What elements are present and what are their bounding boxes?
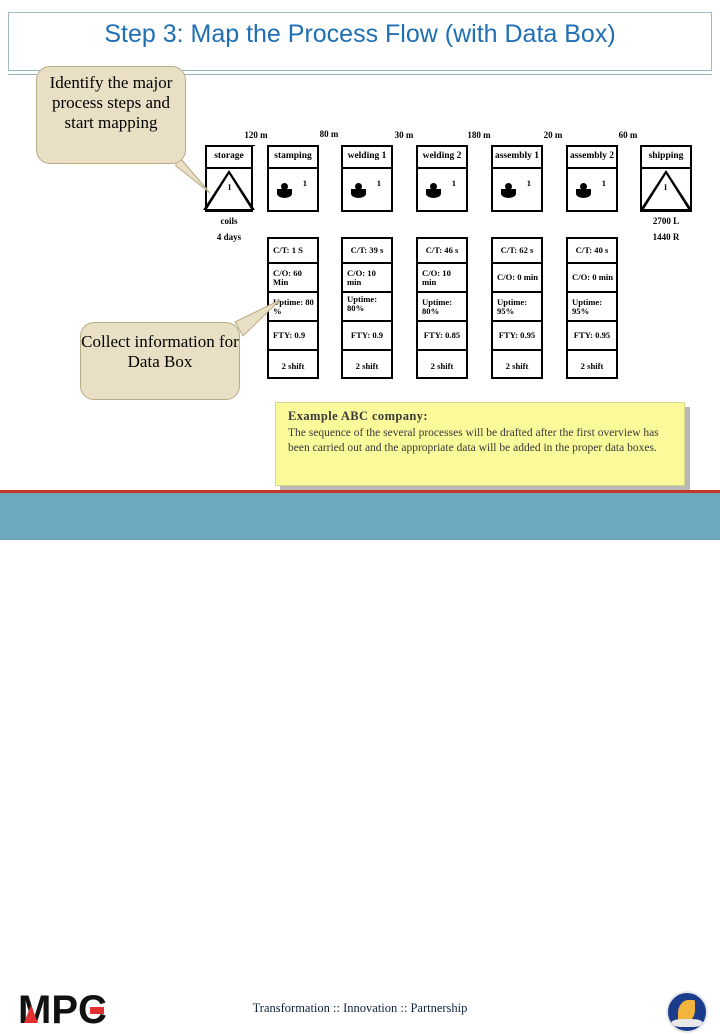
- data-row-shift: 2 shift: [430, 360, 454, 371]
- data-row-co: C/O: 10 min: [418, 264, 466, 293]
- flow-step-welding-1-label: welding 1: [343, 147, 391, 169]
- flow-step-welding-2-label: welding 2: [418, 147, 466, 169]
- page-title: Step 3: Map the Process Flow (with Data …: [104, 20, 616, 48]
- inventory-count-shipping: I: [664, 183, 668, 192]
- data-row-ct: C/T: 1 S: [269, 239, 317, 264]
- data-row-co: C/O: 60 Min: [269, 264, 317, 293]
- operator-count-welding-1: 1: [376, 178, 381, 188]
- operator-icon: [351, 183, 366, 198]
- operator-count-stamping: 1: [302, 178, 307, 188]
- data-row-co: C/O: 10 min: [343, 264, 391, 293]
- flow-step-stamping-body: 1: [269, 169, 317, 210]
- data-row-co: C/O: 0 min: [493, 264, 541, 293]
- flow-step-shipping[interactable]: shipping I: [640, 145, 692, 212]
- flow-step-assembly-2-label: assembly 2: [568, 147, 616, 169]
- data-row-fty: FTY: 0.9: [343, 322, 391, 351]
- data-row-ct: C/T: 39 s: [343, 239, 391, 264]
- inventory-label-storage: coils: [220, 216, 238, 226]
- data-row-shift: 2 shift: [355, 360, 379, 371]
- flow-step-assembly-1[interactable]: assembly 1 1: [491, 145, 543, 212]
- flow-step-stamping-label: stamping: [269, 147, 317, 169]
- operator-count-assembly-2: 1: [601, 178, 606, 188]
- flow-step-storage[interactable]: storage I: [203, 145, 255, 212]
- data-row-ct: C/T: 46 s: [418, 239, 466, 264]
- operator-icon: [277, 183, 292, 198]
- footer-tagline: Transformation :: Innovation :: Partners…: [252, 1001, 468, 1015]
- operator-icon: [426, 183, 441, 198]
- data-row-shift: 2 shift: [580, 360, 604, 371]
- data-row-uptime: Uptime: 80%: [418, 293, 466, 322]
- operator-icon: [576, 183, 591, 198]
- data-row-uptime: Uptime: 95%: [568, 293, 616, 322]
- data-row-co: C/O: 0 min: [568, 264, 616, 293]
- company-seal-icon: [666, 991, 708, 1033]
- footer-bar: MPC Transformation :: Innovation :: Part…: [0, 493, 720, 1033]
- inventory-time-shipping: 1440 R: [652, 232, 680, 242]
- inventory-time-storage: 4 days: [216, 232, 242, 242]
- distance-label-2: 80 m: [319, 129, 339, 139]
- distance-label-1: 120 m: [244, 130, 268, 140]
- operator-count-assembly-1: 1: [526, 178, 531, 188]
- example-box: Example ABC company: The sequence of the…: [275, 402, 685, 486]
- data-row-fty: FTY: 0.85: [418, 322, 466, 351]
- data-row-fty: FTY: 0.95: [493, 322, 541, 351]
- flow-step-assembly-1-body: 1: [493, 169, 541, 210]
- flow-step-storage-label: storage: [207, 147, 251, 169]
- callout-identify: Identify the major process steps and sta…: [36, 66, 186, 164]
- flow-step-welding-2[interactable]: welding 2 1: [416, 145, 468, 212]
- flow-step-assembly-2-body: 1: [568, 169, 616, 210]
- callout-collect: Collect information for Data Box: [80, 322, 240, 400]
- example-title: Example ABC company:: [288, 409, 428, 423]
- data-box-assembly-1[interactable]: C/T: 62 s C/O: 0 min Uptime: 95% FTY: 0.…: [491, 237, 543, 379]
- data-row-uptime: Uptime: 95%: [493, 293, 541, 322]
- data-box-stamping[interactable]: C/T: 1 S C/O: 60 Min Uptime: 80 % FTY: 0…: [267, 237, 319, 379]
- distance-label-5: 20 m: [543, 130, 563, 140]
- data-row-uptime: Uptime: 80 %: [269, 293, 317, 322]
- flow-step-shipping-body: I: [640, 169, 692, 210]
- data-row-ct: C/T: 40 s: [568, 239, 616, 264]
- flow-step-stamping[interactable]: stamping 1: [267, 145, 319, 212]
- slide-canvas: Step 3: Map the Process Flow (with Data …: [0, 0, 720, 1033]
- data-row-shift: 2 shift: [281, 360, 305, 371]
- flow-step-storage-body: I: [203, 169, 255, 210]
- flow-step-shipping-label: shipping: [642, 147, 690, 169]
- flow-step-assembly-1-label: assembly 1: [493, 147, 541, 169]
- data-row-fty: FTY: 0.95: [568, 322, 616, 351]
- inventory-count-storage: I: [228, 183, 232, 192]
- data-box-welding-1[interactable]: C/T: 39 s C/O: 10 min Uptime: 80% FTY: 0…: [341, 237, 393, 379]
- data-row-shift: 2 shift: [505, 360, 529, 371]
- flow-step-welding-2-body: 1: [418, 169, 466, 210]
- distance-label-4: 180 m: [467, 130, 491, 140]
- flow-step-assembly-2[interactable]: assembly 2 1: [566, 145, 618, 212]
- operator-count-welding-2: 1: [451, 178, 456, 188]
- flow-step-welding-1-body: 1: [343, 169, 391, 210]
- data-row-fty: FTY: 0.9: [269, 322, 317, 351]
- flow-step-welding-1[interactable]: welding 1 1: [341, 145, 393, 212]
- example-text: The sequence of the several processes wi…: [288, 427, 659, 455]
- data-box-assembly-2[interactable]: C/T: 40 s C/O: 0 min Uptime: 95% FTY: 0.…: [566, 237, 618, 379]
- data-box-welding-2[interactable]: C/T: 46 s C/O: 10 min Uptime: 80% FTY: 0…: [416, 237, 468, 379]
- distance-label-3: 30 m: [394, 130, 414, 140]
- data-row-ct: C/T: 62 s: [493, 239, 541, 264]
- distance-label-6: 60 m: [618, 130, 638, 140]
- inventory-label-shipping: 2700 L: [652, 216, 680, 226]
- operator-icon: [501, 183, 516, 198]
- data-row-uptime: Uptime: 80%: [343, 293, 391, 322]
